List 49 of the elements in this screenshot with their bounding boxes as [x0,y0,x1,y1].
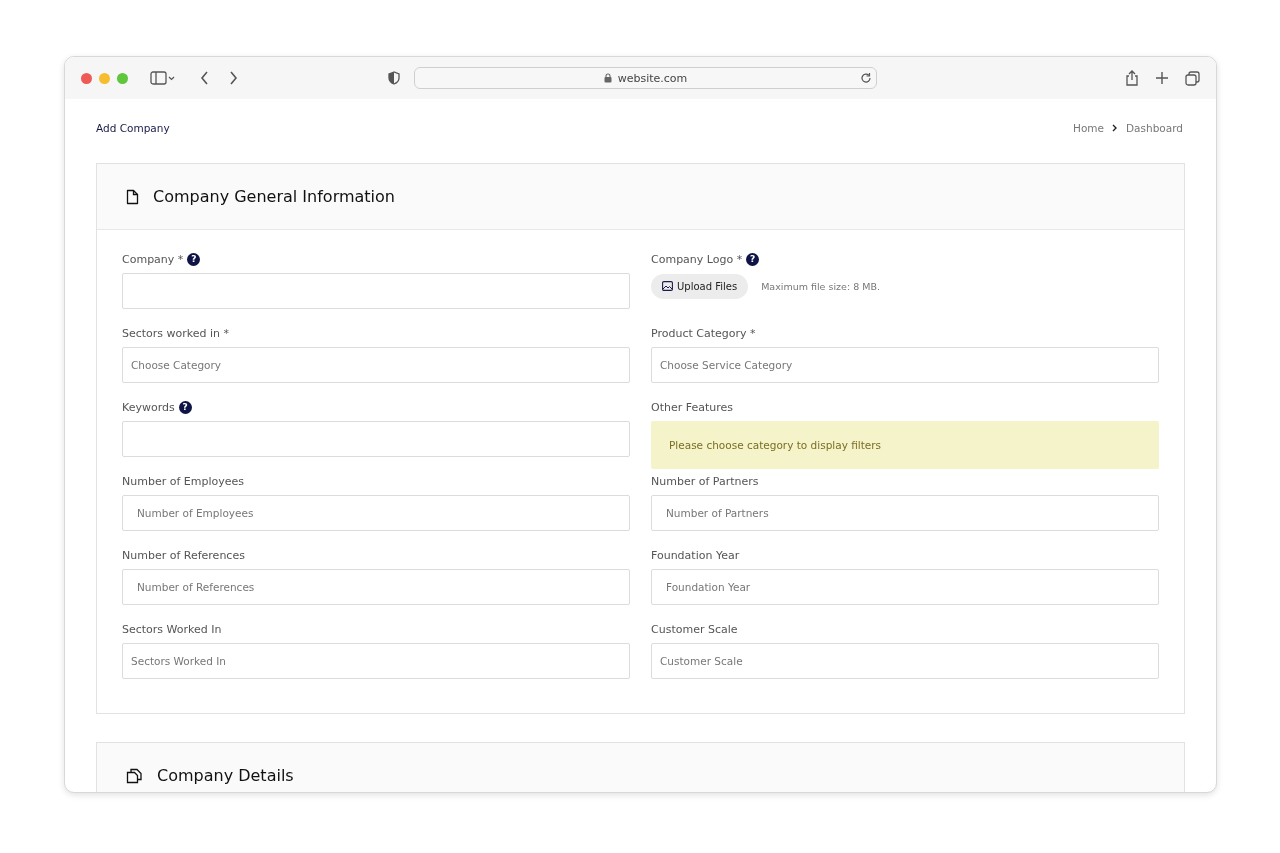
sidebar-icon[interactable] [150,71,176,85]
field-label: Number of Partners [651,474,759,488]
page-title: Add Company [96,122,170,134]
tabs-icon[interactable] [1185,70,1200,86]
reload-icon[interactable] [860,72,872,84]
info-notice: Please choose category to display filters [651,421,1159,469]
close-icon[interactable] [81,72,92,84]
field-label: Sectors worked in * [122,326,230,340]
help-icon[interactable]: ? [187,252,201,266]
share-icon[interactable] [1125,70,1139,86]
forward-icon[interactable] [228,71,238,85]
back-icon[interactable] [200,71,210,85]
document-icon [126,188,139,205]
section-title: Company Details [157,766,294,785]
breadcrumb-link[interactable]: Dashboard [1126,122,1183,134]
field-label: Number of References [122,548,245,562]
field-label: Customer Scale [651,622,738,636]
input-field[interactable]: Number of Employees [122,495,630,531]
input-field[interactable] [122,421,630,457]
select-field[interactable]: Choose Category [122,347,630,383]
field-label: Keywords [122,400,175,414]
file-size-note: Maximum file size: 8 MB. [761,280,880,292]
help-icon[interactable]: ? [746,252,760,266]
select-field[interactable]: Choose Service Category [651,347,1159,383]
upload-button[interactable]: Upload Files [651,273,749,299]
section-title: Company General Information [153,187,395,206]
field-label: Company Logo * [651,252,743,266]
field-label: Company * [122,252,184,266]
field-label: Sectors Worked In [122,622,222,636]
breadcrumb-link[interactable]: Home [1073,122,1105,134]
image-icon [662,281,673,291]
field-label: Other Features [651,400,734,414]
input-field[interactable] [122,273,630,309]
field-label: Number of Employees [122,474,244,488]
input-field[interactable]: Number of Partners [651,495,1159,531]
select-field[interactable]: Sectors Worked In [122,643,630,679]
select-field[interactable]: Customer Scale [651,643,1159,679]
field-label: Foundation Year [651,548,740,562]
help-icon[interactable]: ? [178,400,192,414]
shield-icon[interactable] [388,71,400,85]
lock-icon [603,73,612,83]
url-text: website.com [617,71,688,85]
documents-icon [126,767,143,784]
new-tab-icon[interactable] [1155,71,1169,85]
address-bar[interactable]: website.com [414,67,877,89]
input-field[interactable]: Number of References [122,569,630,605]
field-label: Product Category * [651,326,756,340]
input-field[interactable]: Foundation Year [651,569,1159,605]
chevron-icon [1112,124,1119,132]
